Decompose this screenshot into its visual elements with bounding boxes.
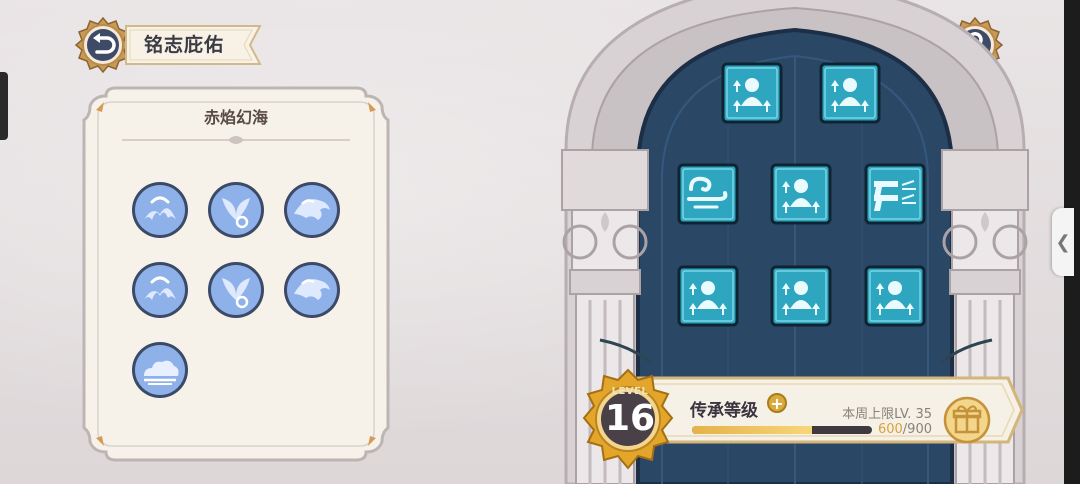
screen-notch bbox=[0, 72, 8, 140]
stat-up-figure-icon bbox=[770, 163, 832, 225]
level-number: 16 bbox=[604, 398, 656, 439]
skill-tile-3[interactable] bbox=[677, 163, 739, 225]
reward-gift-button[interactable] bbox=[943, 396, 991, 444]
xp-current: 600 bbox=[877, 422, 903, 437]
stat-up-figure-icon bbox=[819, 62, 881, 124]
cloud-emblem-icon bbox=[132, 342, 188, 398]
skill-tile-7[interactable] bbox=[770, 265, 832, 327]
flame-wave-emblem-icon bbox=[132, 182, 188, 238]
roaring-wave-emblem-icon bbox=[284, 262, 340, 318]
xp-progress-fill bbox=[692, 426, 813, 434]
xp-readout: 600/900 bbox=[868, 422, 932, 437]
weekly-cap-text: 本周上限LV. 35 bbox=[842, 407, 932, 422]
skill-tile-6[interactable] bbox=[677, 265, 739, 327]
stat-up-figure-icon bbox=[864, 265, 926, 327]
emblem-badge-3[interactable] bbox=[282, 180, 342, 240]
phoenix-wave-emblem-icon bbox=[208, 182, 264, 238]
skill-tile-5[interactable] bbox=[864, 163, 926, 225]
emblem-badge-6[interactable] bbox=[282, 260, 342, 320]
phoenix-wave-emblem-icon bbox=[208, 262, 264, 318]
xp-max: /900 bbox=[902, 422, 932, 437]
plus-icon[interactable]: + bbox=[767, 393, 787, 413]
emblem-badge-5[interactable] bbox=[206, 260, 266, 320]
skill-tile-4[interactable] bbox=[770, 163, 832, 225]
panel-title: 赤焰幻海 bbox=[203, 108, 268, 127]
stat-up-figure-icon bbox=[770, 265, 832, 327]
emblem-badge-7[interactable] bbox=[130, 340, 190, 400]
skill-tile-8[interactable] bbox=[864, 265, 926, 327]
emblem-badge-2[interactable] bbox=[206, 180, 266, 240]
xp-progress-bar bbox=[692, 426, 872, 434]
emblem-badge-4[interactable] bbox=[130, 260, 190, 320]
chevron-left-icon: ❮ bbox=[1055, 231, 1071, 253]
stat-up-figure-icon bbox=[677, 265, 739, 327]
page-title: 铭志庇佑 bbox=[144, 34, 225, 56]
flame-wave-emblem-icon bbox=[132, 262, 188, 318]
side-drawer-handle[interactable]: ❮ bbox=[1052, 208, 1074, 276]
level-word: LEVEL bbox=[611, 386, 649, 397]
gift-box-icon bbox=[943, 396, 991, 444]
inheritance-level-label: 传承等级 bbox=[690, 401, 758, 421]
skill-tile-2[interactable] bbox=[819, 62, 881, 124]
swirl-wind-icon bbox=[677, 163, 739, 225]
skill-tile-1[interactable] bbox=[721, 62, 783, 124]
emblem-badge-1[interactable] bbox=[130, 180, 190, 240]
stat-up-figure-icon bbox=[721, 62, 783, 124]
roaring-wave-emblem-icon bbox=[284, 182, 340, 238]
twin-pistols-icon bbox=[864, 163, 926, 225]
